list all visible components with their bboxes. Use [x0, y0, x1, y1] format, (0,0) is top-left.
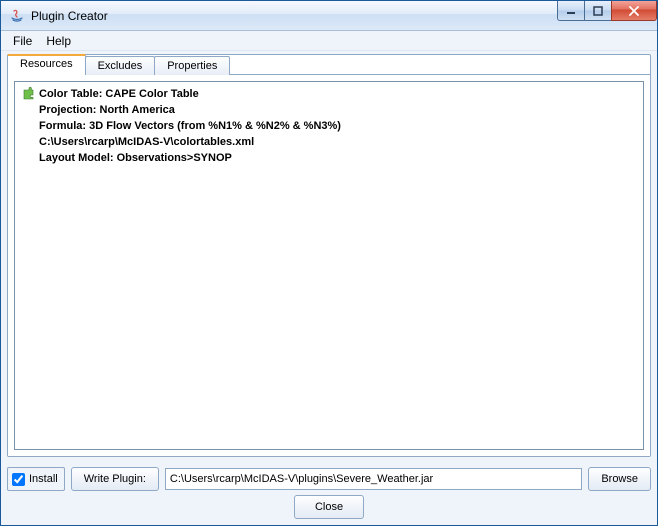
list-item[interactable]: C:\Users\rcarp\McIDAS-V\colortables.xml	[21, 134, 637, 150]
bottom-bar: Install Write Plugin: Browse	[1, 461, 657, 495]
maximize-button[interactable]	[584, 1, 612, 21]
plugin-creator-window: Plugin Creator File Help Resources Exclu…	[0, 0, 658, 526]
resources-list[interactable]: Color Table: CAPE Color Table Projection…	[14, 81, 644, 450]
list-item[interactable]: Formula: 3D Flow Vectors (from %N1% & %N…	[21, 118, 637, 134]
close-button[interactable]: Close	[294, 495, 364, 519]
menubar: File Help	[1, 31, 657, 51]
write-plugin-button[interactable]: Write Plugin:	[71, 467, 159, 491]
content-area: Resources Excludes Properties Color Tabl…	[1, 51, 657, 461]
tab-strip: Resources Excludes Properties	[7, 54, 650, 75]
list-item-label: Projection: North America	[39, 104, 175, 116]
plugin-path-input[interactable]	[165, 468, 582, 490]
tab-excludes[interactable]: Excludes	[85, 56, 156, 75]
tab-properties[interactable]: Properties	[154, 56, 230, 75]
list-item[interactable]: Color Table: CAPE Color Table	[21, 86, 637, 102]
install-checkbox[interactable]	[12, 473, 25, 486]
titlebar[interactable]: Plugin Creator	[1, 1, 657, 31]
list-item-label: Color Table: CAPE Color Table	[39, 88, 199, 100]
close-window-button[interactable]	[611, 1, 657, 21]
list-item[interactable]: Projection: North America	[21, 102, 637, 118]
tab-body: Color Table: CAPE Color Table Projection…	[8, 74, 650, 456]
install-checkbox-wrap[interactable]: Install	[7, 467, 65, 491]
menu-help[interactable]: Help	[40, 32, 77, 50]
list-item[interactable]: Layout Model: Observations>SYNOP	[21, 150, 637, 166]
plugin-icon	[21, 87, 35, 101]
tab-container: Resources Excludes Properties Color Tabl…	[7, 54, 651, 457]
minimize-button[interactable]	[557, 1, 585, 21]
list-item-label: Formula: 3D Flow Vectors (from %N1% & %N…	[39, 120, 341, 132]
close-row: Close	[1, 495, 657, 525]
browse-button[interactable]: Browse	[588, 467, 651, 491]
window-title: Plugin Creator	[31, 9, 108, 23]
java-icon	[9, 8, 25, 24]
menu-file[interactable]: File	[7, 32, 38, 50]
list-item-label: Layout Model: Observations>SYNOP	[39, 152, 232, 164]
install-label: Install	[29, 473, 58, 485]
window-controls	[558, 1, 657, 21]
list-item-label: C:\Users\rcarp\McIDAS-V\colortables.xml	[39, 136, 254, 148]
tab-resources[interactable]: Resources	[7, 54, 86, 75]
